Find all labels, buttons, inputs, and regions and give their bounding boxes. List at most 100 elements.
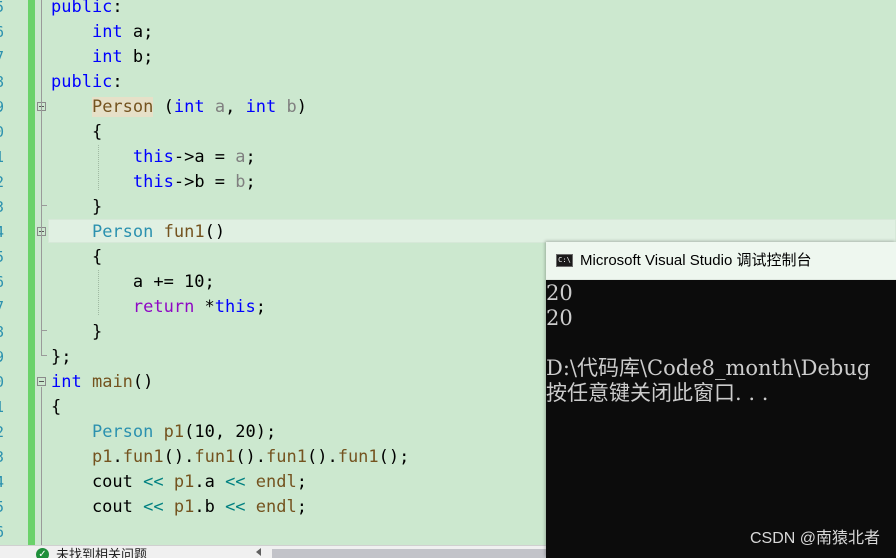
- line-number: 4: [0, 470, 7, 495]
- horizontal-scrollbar-thumb[interactable]: [272, 549, 546, 558]
- code-token: a += 10;: [51, 272, 215, 292]
- code-token: ;: [296, 497, 307, 517]
- code-token: p1: [163, 422, 185, 442]
- console-title: Microsoft Visual Studio 调试控制台: [580, 252, 812, 269]
- fold-guide-main: [41, 387, 42, 545]
- code-line[interactable]: a += 10;: [51, 270, 215, 295]
- code-token: cout: [51, 472, 144, 492]
- code-token: this: [132, 147, 174, 167]
- code-token: a: [235, 147, 246, 167]
- code-line[interactable]: cout << p1.b << endl;: [51, 495, 307, 520]
- line-number: 7: [0, 295, 7, 320]
- code-token: p1: [91, 447, 113, 467]
- line-number: 0: [0, 120, 7, 145]
- code-line[interactable]: this->a = a;: [51, 145, 256, 170]
- code-token: ,: [225, 97, 246, 117]
- code-token: endl: [255, 472, 297, 492]
- code-token: ): [296, 97, 308, 117]
- code-line[interactable]: {: [51, 245, 102, 270]
- code-line[interactable]: int b;: [51, 45, 153, 70]
- code-token: .: [112, 447, 123, 467]
- code-token: <<: [225, 472, 246, 492]
- code-token: main: [91, 372, 133, 392]
- line-number: 9: [0, 345, 7, 370]
- scroll-left-arrow-icon[interactable]: [256, 548, 261, 556]
- code-token: ->a =: [173, 147, 236, 167]
- console-output-line: 20: [546, 281, 573, 305]
- code-token: b;: [122, 47, 154, 67]
- code-line[interactable]: };: [51, 345, 71, 370]
- code-line[interactable]: {: [51, 120, 102, 145]
- code-line[interactable]: cout << p1.a << endl;: [51, 470, 307, 495]
- code-line[interactable]: p1.fun1().fun1().fun1().fun1();: [51, 445, 409, 470]
- code-line[interactable]: Person fun1(): [51, 220, 225, 245]
- code-line[interactable]: this->b = b;: [51, 170, 256, 195]
- code-token: }: [51, 322, 103, 342]
- code-token: ;: [255, 297, 266, 317]
- code-line[interactable]: int main(): [51, 370, 153, 395]
- code-token: fun1: [337, 447, 379, 467]
- code-token: int: [91, 22, 123, 42]
- console-output-line: D:\代码库\Code8_month\Debug: [546, 356, 871, 380]
- code-line[interactable]: }: [51, 320, 102, 345]
- check-circle-icon: ✓: [36, 548, 49, 558]
- line-number: 4: [0, 220, 7, 245]
- status-bar: ✓ 未找到相关问题: [0, 545, 546, 558]
- fold-end-class: [41, 355, 47, 356]
- code-line[interactable]: Person (int a, int b): [51, 95, 307, 120]
- change-tracking-bar: [28, 0, 35, 545]
- code-token: this: [132, 172, 174, 192]
- code-token: fun1: [163, 222, 205, 242]
- code-token: }: [51, 197, 103, 217]
- code-token: int: [51, 372, 82, 392]
- line-number: 8: [0, 320, 7, 345]
- code-line[interactable]: public:: [51, 0, 123, 20]
- issues-status-text[interactable]: 未找到相关问题: [56, 547, 147, 558]
- code-line[interactable]: Person p1(10, 20);: [51, 420, 276, 445]
- line-number: 7: [0, 45, 7, 70]
- code-line[interactable]: }: [51, 195, 102, 220]
- code-token: (: [153, 97, 174, 117]
- code-line[interactable]: {: [51, 395, 61, 420]
- line-number: 8: [0, 70, 7, 95]
- code-token: <<: [143, 497, 164, 517]
- code-token: public: [51, 72, 113, 92]
- code-token: ();: [378, 447, 410, 467]
- code-token: fun1: [194, 447, 236, 467]
- code-token: ;: [245, 147, 256, 167]
- code-token: public: [51, 0, 113, 17]
- code-token: cout: [51, 497, 144, 517]
- code-token: .b: [194, 497, 226, 517]
- code-token: ().: [235, 447, 267, 467]
- code-line[interactable]: int a;: [51, 20, 153, 45]
- collapse-main-icon[interactable]: [37, 377, 46, 386]
- line-number: 1: [0, 145, 7, 170]
- code-token: *: [194, 297, 215, 317]
- code-token: ;: [245, 172, 256, 192]
- code-token: :: [112, 72, 123, 92]
- console-output[interactable]: 20 20 D:\代码库\Code8_month\Debug 按任意键关闭此窗口. .…: [546, 280, 896, 558]
- debug-console-window[interactable]: C:\ Microsoft Visual Studio 调试控制台 20 20 D:…: [546, 242, 896, 558]
- watermark: CSDN @南猿北者: [749, 530, 880, 547]
- console-app-icon: C:\: [556, 254, 573, 267]
- console-titlebar[interactable]: C:\ Microsoft Visual Studio 调试控制台: [546, 242, 896, 280]
- line-number: 0: [0, 370, 7, 395]
- code-token: Person: [91, 97, 154, 117]
- code-token: b: [235, 172, 246, 192]
- line-number: 2: [0, 170, 7, 195]
- code-line[interactable]: return *this;: [51, 295, 266, 320]
- code-line[interactable]: public:: [51, 70, 123, 95]
